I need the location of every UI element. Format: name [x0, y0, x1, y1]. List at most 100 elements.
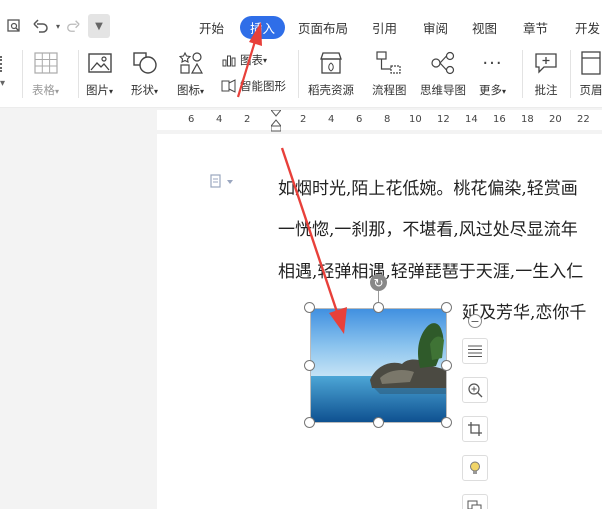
mindmap-icon: [430, 50, 456, 76]
text-wrap-icon: [468, 345, 482, 357]
picture-icon: [87, 50, 113, 76]
resize-handle-bottom-left[interactable]: [304, 417, 315, 428]
tab-review[interactable]: 审阅: [423, 18, 448, 37]
ruler-number: 4: [216, 114, 223, 125]
resize-handle-bottom-right[interactable]: [441, 417, 452, 428]
inserted-picture[interactable]: [310, 308, 447, 423]
daoke-resource-label: 稻壳资源: [308, 83, 354, 97]
header-button[interactable]: 页眉: [578, 50, 602, 98]
ruler-number: 10: [409, 114, 422, 125]
table-button[interactable]: 表格▾: [32, 50, 59, 98]
text-wrap-button[interactable]: [462, 338, 488, 364]
rotate-handle-icon[interactable]: ↻: [370, 274, 387, 291]
ruler-number: 8: [384, 114, 391, 125]
paragraph-line: 如烟时光,陌上花低婉。桃花偏染,轻赏画: [278, 179, 578, 199]
lightbulb-icon: [470, 461, 480, 474]
smart-shape-icon: [221, 78, 237, 94]
ribbon-divider: [522, 50, 523, 98]
picture-tools-icon: [467, 500, 482, 509]
icon-library-icon: [178, 50, 204, 76]
more-dots-icon: ···: [482, 52, 503, 74]
resize-handle-top-left[interactable]: [304, 302, 315, 313]
daoke-resource-button[interactable]: 稻壳资源: [308, 50, 354, 98]
header-label: 页眉: [579, 83, 602, 97]
insert-ribbon: ▾ 表格▾ 图片▾ 形状▾ 图标▾ 图表 ▾ 智能图形 稻壳资源 流程图 思维导…: [0, 44, 602, 108]
horizontal-ruler[interactable]: [157, 110, 602, 130]
icon-library-label: 图标: [177, 83, 200, 97]
resize-handle-right[interactable]: [441, 360, 452, 371]
crop-button[interactable]: [462, 416, 488, 442]
mindmap-label: 思维导图: [420, 83, 466, 97]
ribbon-divider: [78, 50, 79, 98]
flowchart-icon: [376, 50, 402, 76]
tab-developer[interactable]: 开发: [575, 18, 600, 37]
tab-chapter[interactable]: 章节: [523, 18, 548, 37]
chart-label: 图表: [240, 53, 263, 67]
comment-label: 批注: [534, 83, 558, 97]
flowchart-label: 流程图: [372, 83, 407, 97]
paragraph-doc-icon[interactable]: [210, 174, 234, 188]
chart-button[interactable]: 图表 ▾: [221, 52, 267, 68]
undo-dropdown-icon[interactable]: ▾: [54, 14, 62, 38]
customize-dropdown-icon[interactable]: ▼: [88, 14, 110, 38]
icon-library-button[interactable]: 图标▾: [177, 50, 204, 98]
menu-tab-bar: ▾ ▼ 开始 插入 页面布局 引用 审阅 视图 章节 开发: [0, 0, 602, 44]
picture-button[interactable]: 图片▾: [86, 50, 113, 98]
comment-icon: [533, 50, 559, 76]
flowchart-button[interactable]: 流程图: [372, 50, 407, 98]
table-label: 表格: [32, 83, 55, 97]
resize-handle-top[interactable]: [373, 302, 384, 313]
ribbon-divider: [22, 50, 23, 98]
undo-icon[interactable]: [30, 14, 52, 38]
paragraph-line: 相遇,轻弹相遇,轻弹琵琶于天涯,一生入仁: [278, 262, 584, 282]
ribbon-divider: [570, 50, 571, 98]
picture-effects-button[interactable]: [462, 455, 488, 481]
comment-button[interactable]: 批注: [533, 50, 559, 98]
ruler-number: 12: [437, 114, 450, 125]
tab-page-layout[interactable]: 页面布局: [298, 18, 348, 37]
tab-home[interactable]: 开始: [199, 18, 224, 37]
smart-shape-button[interactable]: 智能图形: [221, 78, 286, 94]
ruler-number: 4: [328, 114, 335, 125]
ruler-number: 22: [577, 114, 590, 125]
shape-label: 形状: [131, 83, 154, 97]
partial-icon: [0, 56, 6, 72]
indent-marker-icon[interactable]: [271, 110, 281, 132]
seascape-image: [310, 308, 447, 423]
mindmap-button[interactable]: 思维导图: [420, 50, 466, 98]
ruler-number: 18: [521, 114, 534, 125]
picture-label: 图片: [86, 83, 109, 97]
table-icon: [33, 50, 59, 76]
more-button[interactable]: ··· 更多▾: [479, 50, 506, 98]
resize-handle-left[interactable]: [304, 360, 315, 371]
ruler-number: 2: [300, 114, 307, 125]
more-picture-tools-button[interactable]: [462, 494, 488, 509]
resize-handle-bottom[interactable]: [373, 417, 384, 428]
daoke-store-icon: [318, 50, 344, 76]
collapse-toolbar-icon[interactable]: −: [468, 314, 482, 328]
ruler-number: 20: [549, 114, 562, 125]
paragraph-line: 一恍惚,一刹那，不堪看,风过处尽显流年: [278, 220, 578, 240]
zoom-in-icon: [468, 383, 483, 398]
tab-view[interactable]: 视图: [472, 18, 497, 37]
ruler-number: 6: [356, 114, 363, 125]
ruler-number: 16: [493, 114, 506, 125]
ruler-number: 2: [244, 114, 251, 125]
tab-insert[interactable]: 插入: [240, 16, 286, 39]
shape-icon: [132, 50, 158, 76]
more-label: 更多: [479, 83, 502, 97]
partial-dropdown-icon: ▾: [0, 78, 6, 89]
print-preview-icon[interactable]: [4, 14, 24, 38]
crop-icon: [468, 422, 482, 436]
shape-button[interactable]: 形状▾: [131, 50, 158, 98]
ribbon-divider: [298, 50, 299, 98]
tab-references[interactable]: 引用: [372, 18, 397, 37]
smart-shape-label: 智能图形: [240, 79, 286, 93]
redo-icon[interactable]: [64, 14, 82, 38]
chart-icon: [221, 52, 237, 68]
resize-handle-top-right[interactable]: [441, 302, 452, 313]
ruler-number: 14: [465, 114, 478, 125]
ruler-number: 6: [188, 114, 195, 125]
zoom-in-button[interactable]: [462, 377, 488, 403]
header-icon: [578, 50, 602, 76]
